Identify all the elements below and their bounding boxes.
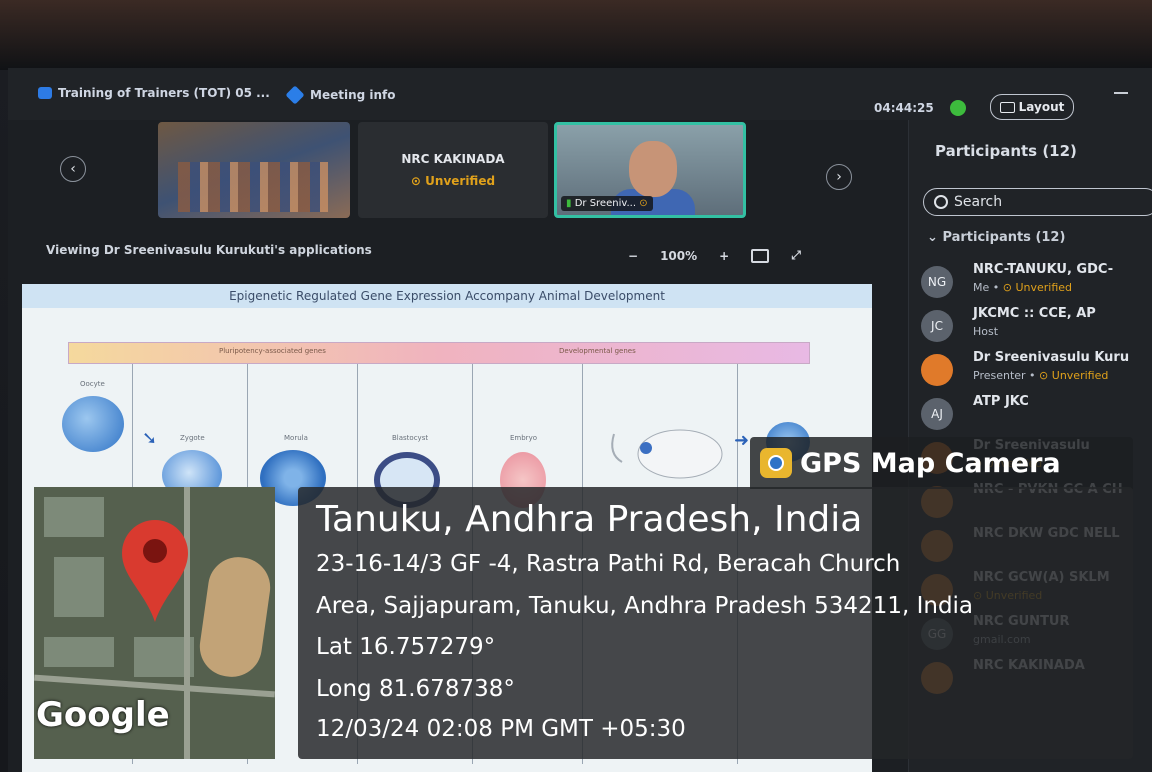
participant-name: Dr Sreenivasulu Kuru (973, 350, 1130, 365)
presenter-face (629, 141, 677, 197)
participant-row[interactable]: NG NRC-TANUKU, GDC- Me • ⊙ Unverified (917, 260, 1152, 304)
fullscreen-icon[interactable]: ⤢ (791, 248, 801, 263)
sports-ground (195, 553, 275, 681)
gps-camera-header: GPS Map Camera (750, 437, 1133, 489)
meeting-timer: 04:44:25 (874, 100, 966, 116)
arrow-icon: ➜ (734, 430, 750, 451)
video-tile-classroom[interactable] (158, 122, 350, 218)
meeting-topbar: Training of Trainers (TOT) 05 ... Meetin… (8, 68, 1152, 120)
participant-row[interactable]: AJ ATP JKC (917, 392, 1152, 436)
participant-row[interactable]: Dr Sreenivasulu Kuru Presenter • ⊙ Unveri… (917, 348, 1152, 392)
stage-label-oocyte: Oocyte (80, 380, 105, 388)
shield-icon (285, 85, 305, 105)
participant-role: Presenter • ⊙ Unverified (973, 369, 1109, 382)
avatar: NG (921, 266, 953, 298)
meeting-title[interactable]: Training of Trainers (TOT) 05 ... (38, 86, 270, 100)
unverified-icon: ⊙ (1039, 369, 1052, 382)
participant-name: JKCMC :: CCE, AP (973, 306, 1096, 321)
address-line-2: Area, Sajjapuram, Tanuku, Andhra Pradesh… (316, 593, 974, 619)
arrow-icon: ➘ (142, 428, 158, 449)
meeting-app-icon (38, 87, 52, 99)
meeting-info-button[interactable]: Meeting info (285, 85, 396, 105)
location-place: Tanuku, Andhra Pradesh, India (316, 499, 863, 540)
participant-row[interactable]: JC JKCMC :: CCE, APHost (917, 304, 1152, 348)
avatar: JC (921, 310, 953, 342)
previous-videos-button[interactable]: ‹ (60, 156, 86, 182)
participants-section-toggle[interactable]: ⌄ Participants (12) (927, 230, 1065, 245)
mic-icon: ▮ (566, 198, 572, 209)
address-line-1: 23-16-14/3 GF -4, Rastra Pathi Rd, Berac… (316, 551, 901, 577)
oocyte-cell (62, 396, 124, 452)
layout-icon (999, 101, 1015, 113)
google-logo: Google (36, 695, 170, 735)
participant-search-input[interactable]: Search (923, 188, 1152, 216)
video-tile-presenter[interactable]: ▮ Dr Sreeniv... ⊙ (554, 122, 746, 218)
minimize-button[interactable] (1114, 92, 1128, 94)
gps-info-panel: Tanuku, Andhra Pradesh, India 23-16-14/3… (298, 487, 1133, 759)
participant-role: Me • ⊙ Unverified (973, 281, 1073, 294)
latitude: Lat 16.757279° (316, 634, 496, 660)
participant-name: ATP JKC (973, 394, 1029, 409)
video-tile-nrc-kakinada[interactable]: NRC KAKINADA ⊙ Unverified (358, 122, 548, 218)
mouse-illustration (611, 429, 723, 479)
connection-status-icon (949, 100, 966, 116)
unverified-icon: ⊙ (1002, 281, 1016, 294)
unverified-icon: ⊙ (639, 198, 648, 209)
longitude: Long 81.678738° (316, 676, 515, 702)
participant-name: NRC-TANUKU, GDC- (973, 262, 1114, 277)
stage-label-zygote: Zygote (180, 434, 205, 442)
avatar (921, 354, 953, 386)
participant-role: Host (973, 325, 999, 338)
photo-frame: Training of Trainers (TOT) 05 ... Meetin… (0, 0, 1152, 772)
participants-title: Participants (12) (935, 142, 1077, 160)
avatar: AJ (921, 398, 953, 430)
classroom-people (178, 162, 328, 212)
zoom-out-button[interactable]: − (628, 249, 638, 263)
stage-label-embryo: Embryo (510, 434, 537, 442)
viewing-label: Viewing Dr Sreenivasulu Kurukuti's appli… (46, 243, 372, 257)
screen-share-icon[interactable] (751, 248, 770, 263)
layout-button[interactable]: Layout (990, 94, 1074, 120)
camera-icon (760, 448, 792, 478)
zoom-level: 100% (660, 248, 698, 263)
monitor-bezel (0, 0, 1152, 70)
datetime: 12/03/24 02:08 PM GMT +05:30 (316, 716, 686, 742)
stage-label-morula: Morula (284, 434, 308, 442)
chevron-down-icon: ⌄ (927, 230, 938, 245)
location-pin-icon (122, 520, 188, 622)
map-thumbnail: Google (34, 487, 275, 759)
stage-label-blastocyst: Blastocyst (392, 434, 429, 442)
next-videos-button[interactable]: › (826, 164, 852, 190)
zoom-controls: − 100% + ⤢ (628, 248, 801, 263)
road (34, 674, 275, 698)
gene-expression-bar: Pluripotency-associated genes Developmen… (68, 342, 810, 364)
search-icon (934, 195, 948, 209)
slide-title: Epigenetic Regulated Gene Expression Acc… (22, 284, 872, 308)
unverified-badge: ⊙ Unverified (410, 174, 496, 188)
zoom-in-button[interactable]: + (719, 249, 729, 263)
